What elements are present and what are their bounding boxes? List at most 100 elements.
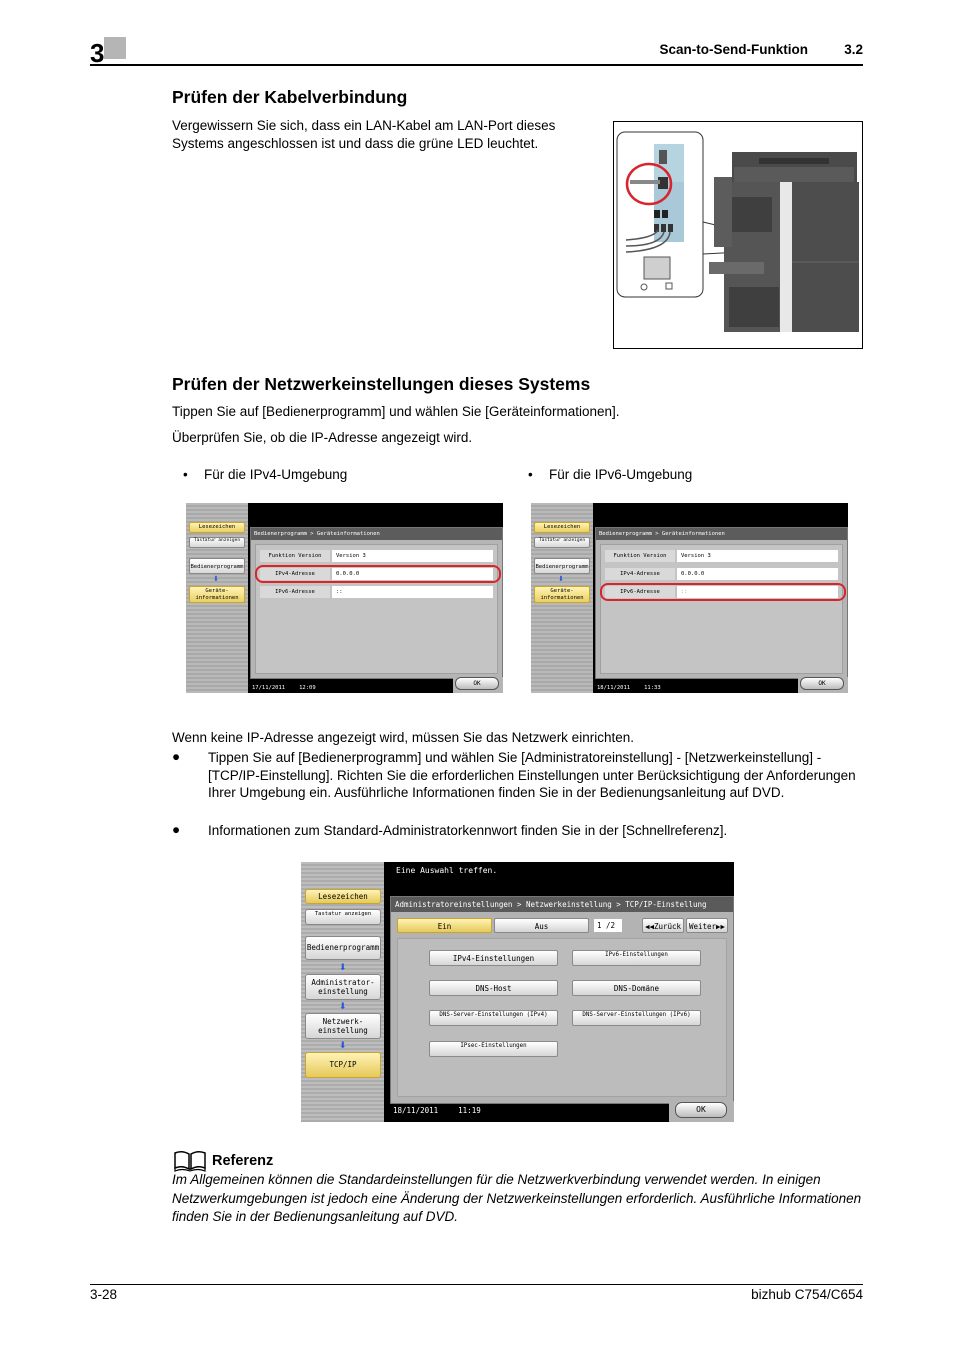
ok-button[interactable]: OK xyxy=(800,677,844,690)
header-rule xyxy=(90,64,863,66)
cable-check-text: Vergewissern Sie sich, dass ein LAN-Kabe… xyxy=(172,118,556,151)
device-info-button[interactable]: Geräte-informationen xyxy=(534,586,590,603)
breadcrumb: Bedienerprogramm > Geräteinformationen xyxy=(251,528,502,540)
info-row: Funktion Version Version 3 xyxy=(260,550,493,562)
row-label: Funktion Version xyxy=(605,550,675,562)
toggle-off-button[interactable]: Aus xyxy=(494,918,589,933)
info-row: IPv4-Adresse 0.0.0.0 xyxy=(605,568,838,580)
dns-server-ipv6-button[interactable]: DNS-Server-Einstellungen (IPv6) xyxy=(572,1010,701,1026)
arrow-down-icon: ⬇ xyxy=(339,1040,347,1050)
info-area: Funktion Version Version 3 IPv4-Adresse … xyxy=(255,544,498,674)
utility-button[interactable]: Bedienerprogramm xyxy=(305,936,381,960)
row-label: IPv4-Adresse xyxy=(605,568,675,580)
reference-text: Im Allgemeinen können die Standardeinste… xyxy=(172,1172,862,1224)
ipv4-settings-button[interactable]: IPv4-Einstellungen xyxy=(429,950,558,966)
printer-illustration xyxy=(616,131,859,332)
footer-rule xyxy=(90,1284,863,1285)
panel-main: Bedienerprogramm > Geräteinformationen F… xyxy=(250,527,503,679)
arrow-down-icon: ⬇ xyxy=(339,962,347,972)
setup-list-text: Informationen zum Standard-Administrator… xyxy=(208,823,728,838)
product-name: bizhub C754/C654 xyxy=(751,1287,863,1302)
panel-time: 12:09 xyxy=(299,685,316,691)
dns-domain-button[interactable]: DNS-Domäne xyxy=(572,980,701,996)
panel-status-bar: 18/11/2011 11:19 xyxy=(393,1106,501,1115)
row-label: IPv6-Adresse xyxy=(260,586,330,598)
panel-sidebar: Lesezeichen Tastatur anzeigen Bedienerpr… xyxy=(531,503,593,693)
bullet-ipv4: • Für die IPv4-Umgebung xyxy=(183,466,347,484)
row-value: Version 3 xyxy=(677,550,838,562)
heading-cable-check: Prüfen der Kabelverbindung xyxy=(172,87,408,107)
bullet-dot: ● xyxy=(172,822,181,837)
next-page-button[interactable]: Weiter▶▶ xyxy=(686,918,728,933)
highlight-ipv6-circle xyxy=(600,583,846,601)
bookmark-button[interactable]: Lesezeichen xyxy=(534,522,590,533)
bookmark-button[interactable]: Lesezeichen xyxy=(305,889,381,904)
utility-button[interactable]: Bedienerprogramm xyxy=(534,558,590,574)
setup-list-item: ● Informationen zum Standard-Administrat… xyxy=(172,822,862,840)
breadcrumb: Administratoreinstellungen > Netzwerkein… xyxy=(391,897,733,912)
show-keyboard-button[interactable]: Tastatur anzeigen xyxy=(189,537,245,548)
row-value: 0.0.0.0 xyxy=(677,568,838,580)
bullet-ipv6: • Für die IPv6-Umgebung xyxy=(528,466,692,484)
ok-button[interactable]: OK xyxy=(675,1102,727,1118)
header-section-number: 3.2 xyxy=(844,42,863,57)
previous-page-button[interactable]: ◀◀Zurück xyxy=(642,918,684,933)
ipv6-settings-button[interactable]: IPv6-Einstellungen xyxy=(572,950,701,966)
panel-status-bar: 18/11/2011 11:33 xyxy=(597,685,675,691)
network-instruction-2: Überprüfen Sie, ob die IP-Adresse angeze… xyxy=(172,430,473,445)
tcpip-settings-panel: Lesezeichen Tastatur anzeigen Bedienerpr… xyxy=(301,862,734,1122)
device-info-panel-ipv6: Lesezeichen Tastatur anzeigen Bedienerpr… xyxy=(531,503,848,693)
page-indicator: 1 /2 xyxy=(594,919,622,932)
ipsec-settings-button[interactable]: IPsec-Einstellungen xyxy=(429,1041,558,1057)
arrow-down-icon: ⬇ xyxy=(339,1001,347,1011)
network-instruction-1: Tippen Sie auf [Bedienerprogramm] und wä… xyxy=(172,404,620,419)
device-info-panel-ipv4: Lesezeichen Tastatur anzeigen Bedienerpr… xyxy=(186,503,503,693)
bullet-ipv4-label: Für die IPv4-Umgebung xyxy=(204,467,348,482)
arrow-down-icon: ⬇ xyxy=(213,576,219,583)
row-label: Funktion Version xyxy=(260,550,330,562)
panel-main: Bedienerprogramm > Geräteinformationen F… xyxy=(595,527,848,679)
panel-date: 17/11/2011 xyxy=(252,685,286,691)
header-title: Scan-to-Send-Funktion xyxy=(659,42,809,57)
dns-host-button[interactable]: DNS-Host xyxy=(429,980,558,996)
panel-sidebar: Lesezeichen Tastatur anzeigen Bedienerpr… xyxy=(186,503,248,693)
row-value: :: xyxy=(332,586,493,598)
network-settings-button[interactable]: Netzwerk-einstellung xyxy=(305,1013,381,1039)
toggle-on-button[interactable]: Ein xyxy=(397,918,492,933)
breadcrumb: Bedienerprogramm > Geräteinformationen xyxy=(596,528,847,540)
dns-server-ipv4-button[interactable]: DNS-Server-Einstellungen (IPv4) xyxy=(429,1010,558,1026)
arrow-down-icon: ⬇ xyxy=(558,576,564,583)
panel-status-bar: 17/11/2011 12:09 xyxy=(252,685,330,691)
panel-sidebar: Lesezeichen Tastatur anzeigen Bedienerpr… xyxy=(301,862,384,1122)
panel-time: 11:33 xyxy=(644,685,661,691)
bullet-dot: ● xyxy=(172,749,181,764)
ok-button[interactable]: OK xyxy=(455,677,499,690)
panel-date: 18/11/2011 xyxy=(597,685,631,691)
tcpip-button[interactable]: TCP/IP xyxy=(305,1052,381,1078)
info-area: Funktion Version Version 3 IPv4-Adresse … xyxy=(600,544,843,674)
page-number: 3-28 xyxy=(90,1287,118,1302)
bullet-dot: • xyxy=(183,467,188,482)
bullet-dot: • xyxy=(528,467,533,482)
panel-main: Administratoreinstellungen > Netzwerkein… xyxy=(390,896,734,1104)
reference-title: Referenz xyxy=(212,1153,274,1169)
panel-time: 11:19 xyxy=(458,1106,481,1115)
admin-settings-button[interactable]: Administrator-einstellung xyxy=(305,974,381,1000)
setup-list-text: Tippen Sie auf [Bedienerprogramm] und wä… xyxy=(208,750,856,800)
device-info-button[interactable]: Geräte-informationen xyxy=(189,586,245,603)
bookmark-button[interactable]: Lesezeichen xyxy=(189,522,245,533)
bullet-ipv6-label: Für die IPv6-Umgebung xyxy=(549,467,693,482)
utility-button[interactable]: Bedienerprogramm xyxy=(189,558,245,574)
show-keyboard-button[interactable]: Tastatur anzeigen xyxy=(305,909,381,925)
info-row: Funktion Version Version 3 xyxy=(605,550,838,562)
heading-network-check: Prüfen der Netzwerkeinstellungen dieses … xyxy=(172,374,591,394)
panel-message: Eine Auswahl treffen. xyxy=(396,866,498,875)
options-area: IPv4-Einstellungen IPv6-Einstellungen DN… xyxy=(397,938,727,1097)
setup-intro: Wenn keine IP-Adresse angezeigt wird, mü… xyxy=(172,730,634,745)
show-keyboard-button[interactable]: Tastatur anzeigen xyxy=(534,537,590,548)
info-row: IPv6-Adresse :: xyxy=(260,586,493,598)
panel-date: 18/11/2011 xyxy=(393,1106,439,1115)
row-value: Version 3 xyxy=(332,550,493,562)
printer-lan-port-figure xyxy=(613,121,863,349)
highlight-ipv4-circle xyxy=(255,565,501,583)
